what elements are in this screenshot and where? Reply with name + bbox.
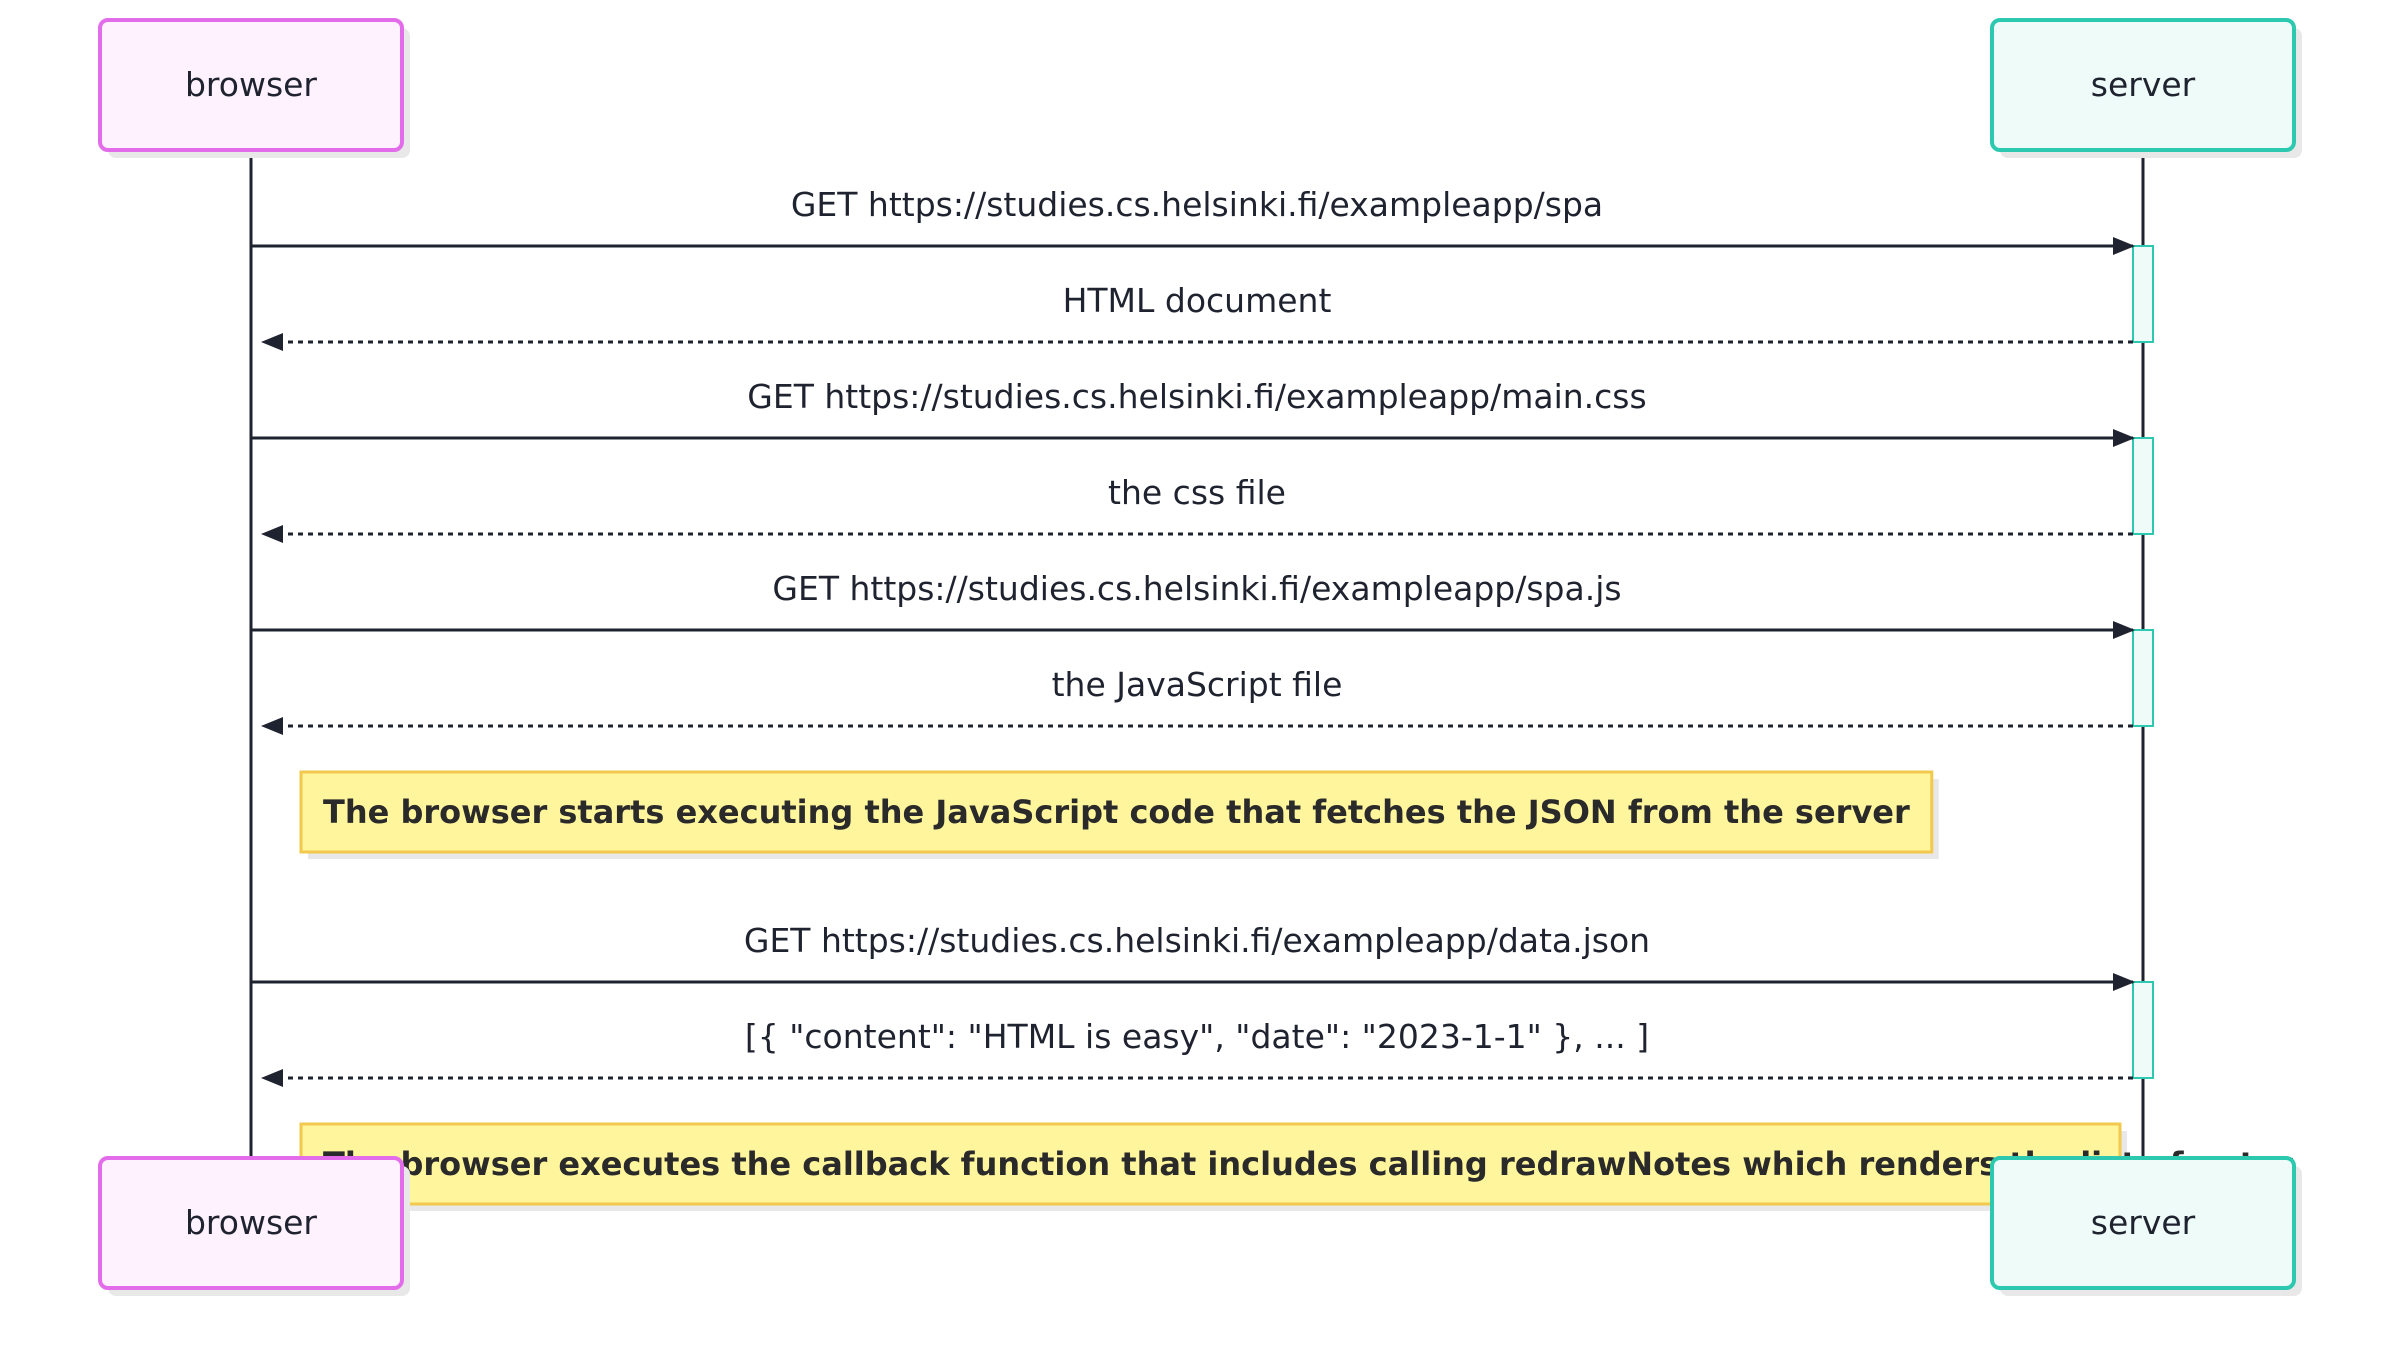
message-1: HTML document: [261, 281, 2133, 351]
message-label: GET https://studies.cs.helsinki.fi/examp…: [791, 185, 1603, 224]
actor-label: server: [2091, 1203, 2196, 1242]
activation-bar: [2132, 981, 2154, 1079]
activation-bar: [2132, 629, 2154, 727]
actor-browser-top: browser: [98, 18, 410, 158]
activation-bar: [2132, 245, 2154, 343]
sequence-diagram: GET https://studies.cs.helsinki.fi/examp…: [0, 0, 2388, 1366]
actor-server-top: server: [1990, 18, 2302, 158]
actor-label: server: [2091, 65, 2196, 104]
activation-bar: [2132, 437, 2154, 535]
message-label: HTML document: [1063, 281, 1332, 320]
message-label: [{ "content": "HTML is easy", "date": "2…: [745, 1017, 1649, 1056]
sequence-diagram-canvas: GET https://studies.cs.helsinki.fi/examp…: [98, 18, 2302, 1296]
message-7: GET https://studies.cs.helsinki.fi/examp…: [251, 921, 2135, 991]
actor-label: browser: [185, 1203, 317, 1242]
message-4: GET https://studies.cs.helsinki.fi/examp…: [251, 569, 2135, 639]
note-text: The browser starts executing the JavaScr…: [323, 793, 1910, 831]
message-8: [{ "content": "HTML is easy", "date": "2…: [261, 1017, 2133, 1087]
message-5: the JavaScript file: [261, 665, 2133, 735]
actor-browser-bottom: browser: [98, 1156, 410, 1296]
message-label: the JavaScript file: [1052, 665, 1343, 704]
message-label: GET https://studies.cs.helsinki.fi/examp…: [744, 921, 1650, 960]
message-3: the css file: [261, 473, 2133, 543]
message-2: GET https://studies.cs.helsinki.fi/examp…: [251, 377, 2135, 447]
message-label: the css file: [1108, 473, 1286, 512]
message-label: GET https://studies.cs.helsinki.fi/examp…: [772, 569, 1621, 608]
message-label: GET https://studies.cs.helsinki.fi/examp…: [747, 377, 1646, 416]
actor-server-bottom: server: [1990, 1156, 2302, 1296]
actor-label: browser: [185, 65, 317, 104]
message-0: GET https://studies.cs.helsinki.fi/examp…: [251, 185, 2135, 255]
note-6: The browser starts executing the JavaScr…: [299, 770, 1939, 859]
